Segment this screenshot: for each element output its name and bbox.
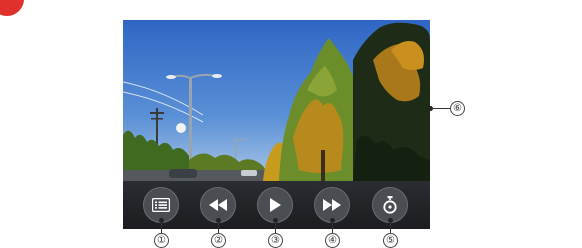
timer-callout-number: ⑤ [383,233,398,248]
video-callout-number: ⑥ [450,101,465,116]
play-icon [269,198,281,212]
video-callout-line [431,108,450,109]
menu-callout-line [161,222,162,233]
video-frame[interactable] [123,20,430,181]
stopwatch-icon [383,196,397,214]
video-scene-image [123,20,430,181]
menu-callout-number: ① [154,233,169,248]
video-player-screen [123,20,430,229]
rewind-callout-number: ② [211,233,226,248]
list-icon [152,198,170,212]
rewind-icon [209,199,227,211]
rewind-callout-line [218,222,219,233]
corner-red-marker [0,0,24,16]
timer-callout-line [390,222,391,233]
fast-forward-callout-number: ④ [325,233,340,248]
play-callout-line [275,222,276,233]
fast-forward-icon [323,199,341,211]
fast-forward-callout-line [332,222,333,233]
play-callout-number: ③ [268,233,283,248]
